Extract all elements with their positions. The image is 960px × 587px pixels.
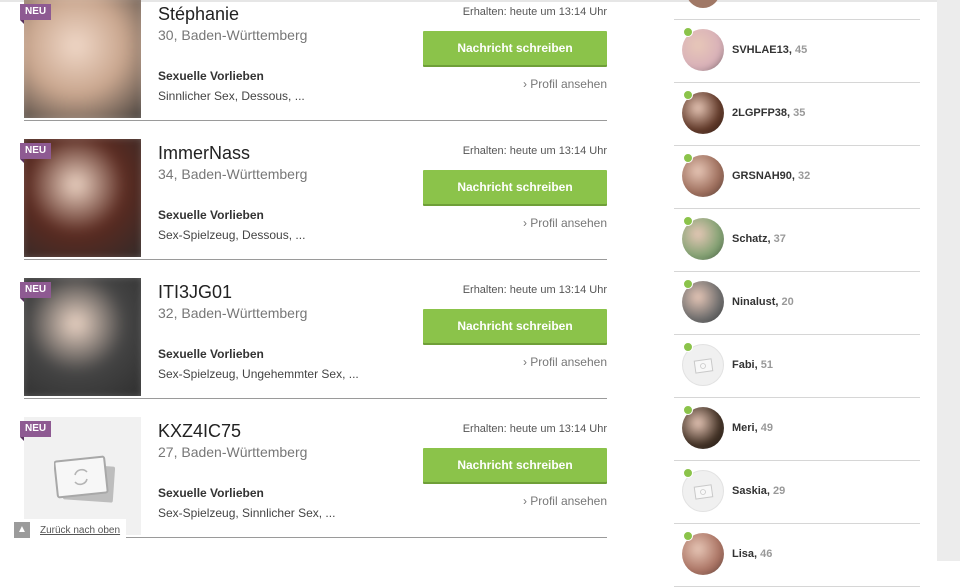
- user-name: GRSNAH90: [732, 170, 792, 182]
- new-badge: NEU: [20, 282, 52, 302]
- sidebar-user-item[interactable]: Ninalust, 20: [674, 272, 920, 335]
- view-profile-link[interactable]: › Profil ansehen: [523, 77, 607, 91]
- sidebar-user-label: Saskia, 29: [732, 485, 786, 497]
- sidebar-user-item[interactable]: 2LGPFP38, 35: [674, 83, 920, 146]
- user-name: Lisa: [732, 548, 755, 560]
- chevron-right-icon: ›: [522, 77, 527, 91]
- sidebar-user-item[interactable]: GRSNAH90, 32: [674, 146, 920, 209]
- online-status-dot: [683, 216, 693, 226]
- preferences-label: Sexuelle Vorlieben: [158, 347, 264, 361]
- user-name: Schatz: [732, 233, 768, 245]
- profile-location: 34, Baden-Württemberg: [158, 166, 308, 182]
- user-name: Fabi: [732, 359, 755, 371]
- sidebar-user-label: Fabi, 51: [732, 359, 773, 371]
- view-profile-label: Profil ansehen: [530, 494, 607, 508]
- view-profile-link[interactable]: › Profil ansehen: [523, 355, 607, 369]
- sidebar-user-label: SVHLAE13, 45: [732, 44, 808, 56]
- match-card: NEU ITI3JG01 32, Baden-Württemberg Sexue…: [20, 278, 607, 399]
- new-badge: NEU: [20, 4, 52, 24]
- sidebar-item-partial[interactable]: [674, 0, 920, 20]
- view-profile-link[interactable]: › Profil ansehen: [523, 216, 607, 230]
- profile-name[interactable]: Stéphanie: [158, 4, 239, 25]
- back-to-top-link[interactable]: ▲ Zurück nach oben: [14, 519, 127, 541]
- received-timestamp: Erhalten: heute um 13:14 Uhr: [462, 6, 607, 18]
- preferences-value: Sex-Spielzeug, Ungehemmter Sex, ...: [158, 367, 359, 381]
- profile-location: 30, Baden-Württemberg: [158, 27, 308, 43]
- sidebar-user-label: 2LGPFP38, 35: [732, 107, 806, 119]
- online-status-dot: [683, 153, 693, 163]
- user-name: Ninalust: [732, 296, 776, 308]
- write-message-button[interactable]: Nachricht schreiben: [423, 170, 607, 204]
- user-age: 45: [794, 44, 808, 56]
- sidebar-user-label: Schatz, 37: [732, 233, 786, 245]
- received-timestamp: Erhalten: heute um 13:14 Uhr: [462, 284, 607, 296]
- new-badge: NEU: [20, 421, 52, 441]
- profile-name[interactable]: ImmerNass: [158, 143, 250, 164]
- online-status-dot: [683, 27, 693, 37]
- preferences-value: Sex-Spielzeug, Sinnlicher Sex, ...: [158, 506, 336, 520]
- sidebar-user-item[interactable]: Schatz, 37: [674, 209, 920, 272]
- profile-location: 32, Baden-Württemberg: [158, 305, 308, 321]
- profile-name[interactable]: KXZ4IC75: [158, 421, 241, 442]
- sidebar-user-item[interactable]: Saskia, 29: [674, 461, 920, 524]
- online-status-dot: [683, 405, 693, 415]
- profile-location: 27, Baden-Württemberg: [158, 444, 308, 460]
- user-name: 2LGPFP38: [732, 107, 788, 119]
- placeholder-photo-icon: [54, 455, 116, 503]
- user-name: Meri: [732, 422, 755, 434]
- preferences-value: Sinnlicher Sex, Dessous, ...: [158, 89, 305, 103]
- view-profile-label: Profil ansehen: [530, 77, 607, 91]
- avatar: [686, 0, 720, 8]
- new-badge: NEU: [20, 143, 52, 163]
- user-age: 37: [773, 233, 786, 245]
- preferences-label: Sexuelle Vorlieben: [158, 486, 264, 500]
- preferences-value: Sex-Spielzeug, Dessous, ...: [158, 228, 306, 242]
- sidebar-user-item[interactable]: SVHLAE13, 45: [674, 20, 920, 83]
- write-message-button[interactable]: Nachricht schreiben: [423, 448, 607, 482]
- sidebar-user-item[interactable]: Fabi, 51: [674, 335, 920, 398]
- preferences-label: Sexuelle Vorlieben: [158, 69, 264, 83]
- user-name: SVHLAE13: [732, 44, 789, 56]
- sidebar-user-label: Ninalust, 20: [732, 296, 794, 308]
- sidebar-user-label: Lisa, 46: [732, 548, 773, 560]
- user-age: 32: [798, 170, 811, 182]
- profile-name[interactable]: ITI3JG01: [158, 282, 232, 303]
- view-profile-link[interactable]: › Profil ansehen: [523, 494, 607, 508]
- online-status-dot: [683, 279, 693, 289]
- sidebar-user-label: GRSNAH90, 32: [732, 170, 811, 182]
- chevron-right-icon: ›: [522, 494, 527, 508]
- online-status-dot: [683, 468, 693, 478]
- chevron-right-icon: ›: [522, 355, 527, 369]
- user-age: 49: [760, 422, 773, 434]
- match-card: NEU ImmerNass 34, Baden-Württemberg Sexu…: [20, 139, 607, 260]
- online-status-dot: [683, 342, 693, 352]
- user-age: 51: [760, 359, 773, 371]
- back-to-top-label: Zurück nach oben: [40, 524, 121, 536]
- chevron-up-icon: ▲: [14, 522, 30, 538]
- online-status-dot: [683, 90, 693, 100]
- user-age: 46: [760, 548, 773, 560]
- view-profile-label: Profil ansehen: [530, 355, 607, 369]
- sidebar-user-item[interactable]: Meri, 49: [674, 398, 920, 461]
- write-message-button[interactable]: Nachricht schreiben: [423, 31, 607, 65]
- chevron-right-icon: ›: [522, 216, 527, 230]
- received-timestamp: Erhalten: heute um 13:14 Uhr: [462, 423, 607, 435]
- sidebar-user-label: Meri, 49: [732, 422, 773, 434]
- sidebar-user-item[interactable]: Lisa, 46: [674, 524, 920, 587]
- received-timestamp: Erhalten: heute um 13:14 Uhr: [462, 145, 607, 157]
- user-name: Saskia: [732, 485, 767, 497]
- online-status-dot: [683, 531, 693, 541]
- page-gutter: [937, 0, 960, 561]
- view-profile-label: Profil ansehen: [530, 216, 607, 230]
- match-card: NEU Stéphanie 30, Baden-Württemberg Sexu…: [20, 0, 607, 121]
- preferences-label: Sexuelle Vorlieben: [158, 208, 264, 222]
- user-age: 35: [793, 107, 806, 119]
- user-age: 29: [773, 485, 786, 497]
- user-age: 20: [781, 296, 794, 308]
- write-message-button[interactable]: Nachricht schreiben: [423, 309, 607, 343]
